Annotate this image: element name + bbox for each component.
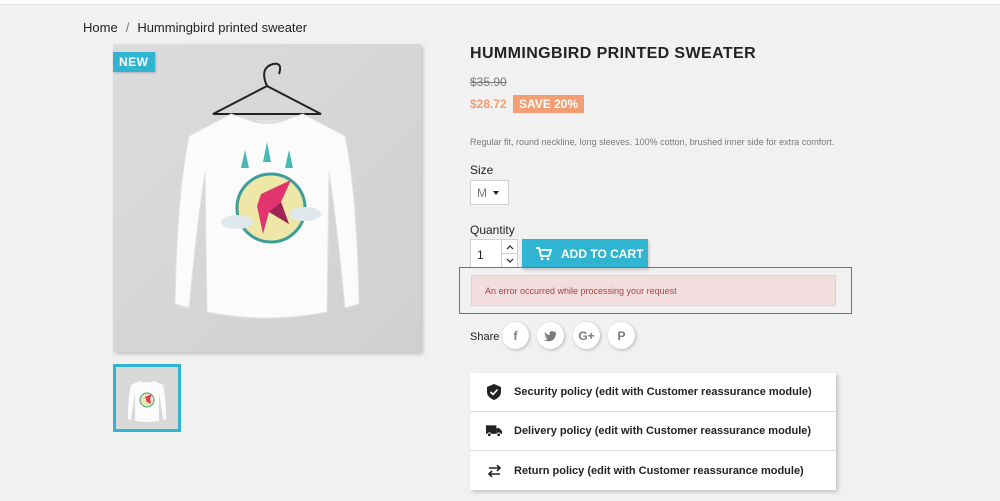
google-plus-share-button[interactable]: G+ (573, 322, 600, 349)
discount-badge: SAVE 20% (513, 95, 585, 113)
breadcrumb-current: Hummingbird printed sweater (137, 20, 308, 35)
google-plus-icon: G+ (578, 328, 595, 343)
new-product-flag: NEW (113, 52, 155, 72)
swap-arrows-icon (486, 464, 502, 477)
chevron-up-icon (506, 245, 514, 250)
quantity-decrease-button[interactable] (501, 253, 518, 268)
share-label: Share (470, 331, 500, 343)
facebook-icon: f (513, 328, 518, 343)
add-to-cart-button[interactable]: ADD TO CART (522, 239, 648, 268)
shield-check-icon (486, 384, 502, 400)
reassurance-item-return: Return policy (edit with Customer reassu… (470, 451, 836, 490)
header-bar (0, 0, 1000, 5)
breadcrumb: Home / Hummingbird printed sweater (83, 20, 307, 35)
reassurance-delivery-label: Delivery policy (edit with Customer reas… (514, 425, 812, 437)
product-thumbnail[interactable] (113, 364, 181, 432)
size-select[interactable]: M (470, 180, 509, 205)
sweater-thumbnail-image (116, 367, 178, 429)
size-label: Size (470, 163, 494, 177)
reassurance-block: Security policy (edit with Customer reas… (470, 373, 836, 490)
size-selected-value: M (477, 186, 487, 200)
truck-icon (486, 425, 502, 437)
product-cover-image[interactable] (113, 44, 421, 352)
breadcrumb-home-link[interactable]: Home (83, 20, 118, 35)
twitter-share-button[interactable] (537, 322, 564, 349)
current-price: $28.72 (470, 97, 507, 111)
product-title: HUMMINGBIRD PRINTED SWEATER (470, 45, 757, 62)
quantity-input[interactable]: 1 (470, 239, 502, 268)
reassurance-item-security: Security policy (edit with Customer reas… (470, 373, 836, 412)
quantity-label: Quantity (470, 223, 515, 237)
error-alert: An error occurred while processing your … (471, 275, 836, 306)
reassurance-security-label: Security policy (edit with Customer reas… (514, 386, 812, 398)
product-description: Regular fit, round neckline, long sleeve… (470, 137, 835, 147)
facebook-share-button[interactable]: f (502, 322, 529, 349)
cart-icon (536, 246, 552, 260)
chevron-down-icon (506, 258, 514, 263)
regular-price: $35.90 (470, 75, 507, 89)
breadcrumb-separator: / (125, 20, 130, 35)
reassurance-item-delivery: Delivery policy (edit with Customer reas… (470, 412, 836, 451)
twitter-icon (543, 330, 557, 341)
caret-down-icon (493, 191, 499, 195)
add-to-cart-label: ADD TO CART (561, 246, 644, 261)
pinterest-share-button[interactable]: P (608, 322, 635, 349)
sweater-image (113, 44, 421, 352)
reassurance-return-label: Return policy (edit with Customer reassu… (514, 464, 804, 477)
pinterest-icon: P (617, 328, 626, 343)
quantity-increase-button[interactable] (501, 239, 518, 254)
